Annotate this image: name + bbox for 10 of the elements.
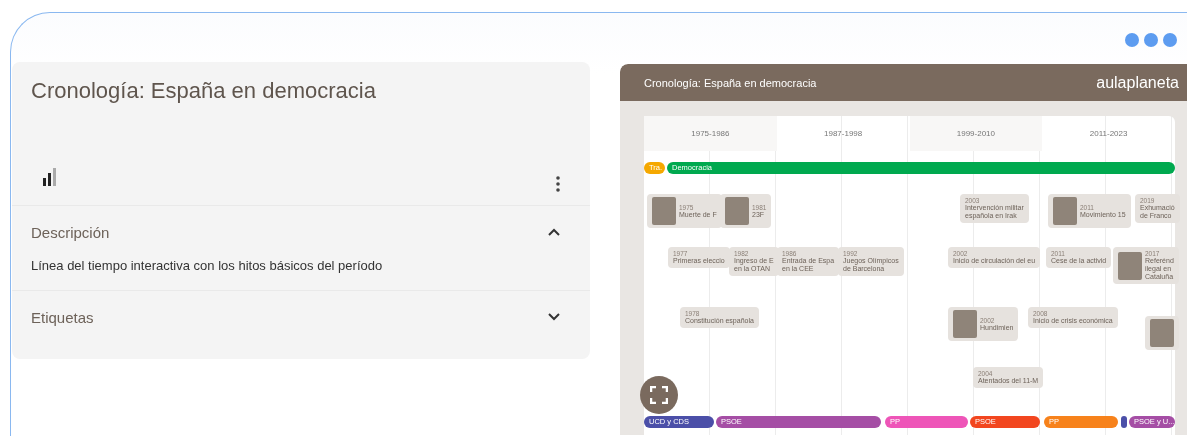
period-heading[interactable]: 1987-1998 <box>776 116 910 151</box>
timeline-title: Cronología: España en democracia <box>644 76 817 89</box>
period-heading[interactable]: 2011-2023 <box>1042 116 1175 151</box>
section-heading[interactable]: Descripción <box>31 223 110 241</box>
section-heading[interactable]: Etiquetas <box>31 308 94 326</box>
period-heading[interactable]: 1999-2010 <box>909 116 1043 151</box>
resource-title: Cronología: España en democracia <box>30 77 377 105</box>
period-heading[interactable]: 1975-1986 <box>644 116 777 151</box>
brand-logo: aulaplaneta <box>1096 73 1179 92</box>
description-text: Línea del tiempo interactiva con los hitos básicos del período <box>31 258 384 275</box>
